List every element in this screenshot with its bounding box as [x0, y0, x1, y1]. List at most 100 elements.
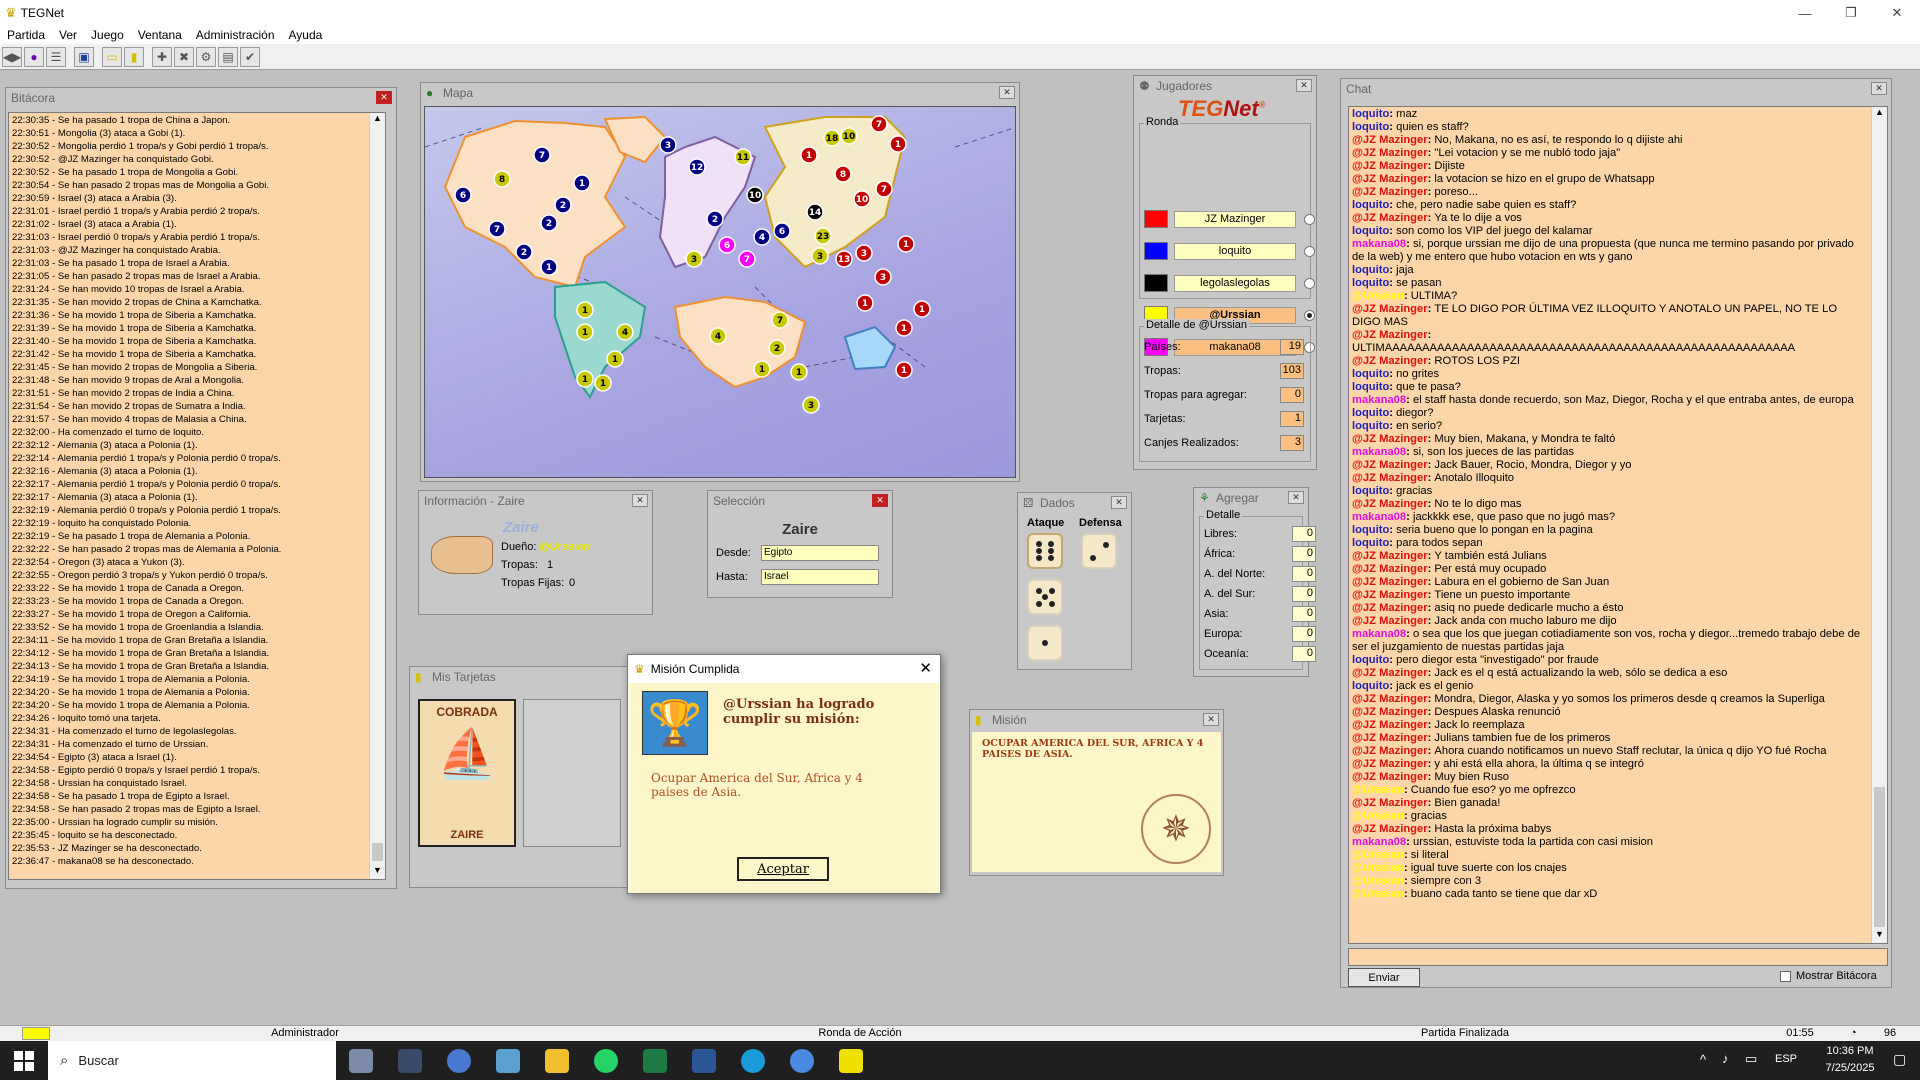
army-marker[interactable]: 13 — [835, 250, 853, 268]
army-marker[interactable]: 1 — [800, 146, 818, 164]
army-marker[interactable]: 7 — [488, 220, 506, 238]
army-marker[interactable]: 3 — [874, 268, 892, 286]
taskbar-time[interactable]: 10:36 PM — [1810, 1045, 1890, 1057]
end-turn-icon[interactable]: ✔ — [240, 46, 260, 67]
menu-ver[interactable]: Ver — [59, 28, 77, 42]
desde-field[interactable]: Egipto — [761, 545, 879, 561]
taskbar-search[interactable]: ⌕ Buscar — [48, 1041, 336, 1080]
scroll-thumb[interactable] — [372, 843, 383, 861]
army-marker[interactable]: 7 — [738, 250, 756, 268]
chat-close-button[interactable]: ✕ — [1871, 82, 1887, 95]
excel-app-icon[interactable] — [643, 1049, 667, 1073]
language-indicator[interactable]: ESP — [1775, 1053, 1797, 1065]
army-marker[interactable]: 2 — [554, 196, 572, 214]
army-marker[interactable]: 1 — [576, 370, 594, 388]
army-marker[interactable]: 3 — [811, 247, 829, 265]
scroll-thumb[interactable] — [1874, 787, 1885, 927]
army-marker[interactable]: 6 — [454, 186, 472, 204]
world-map[interactable]: 7 3 6 8 1 2 7 2 2 1 12 2 11 10 14 4 6 6 7 3 1 18 10 7 1 8 10 7 3 23 3 1… — [424, 106, 1016, 478]
army-marker[interactable]: 1 — [895, 319, 913, 337]
army-marker[interactable]: 7 — [875, 180, 893, 198]
army-marker[interactable]: 1 — [790, 363, 808, 381]
country-card[interactable]: COBRADA ⛵ ZAIRE — [418, 699, 516, 847]
minimize-button[interactable]: — — [1782, 0, 1828, 26]
mission-icon[interactable]: ▮ — [124, 46, 144, 67]
info-close-button[interactable]: ✕ — [632, 494, 648, 507]
player-turn-radio[interactable] — [1304, 277, 1315, 289]
close-button[interactable]: ✕ — [1874, 0, 1920, 26]
scroll-up-icon[interactable]: ▲ — [370, 113, 385, 127]
chat-scrollbar[interactable]: ▲ ▼ — [1871, 107, 1887, 943]
army-marker[interactable]: 7 — [533, 146, 551, 164]
taskbar-date[interactable]: 7/25/2025 — [1810, 1062, 1890, 1074]
jugadores-close-button[interactable]: ✕ — [1296, 79, 1312, 92]
menu-partida[interactable]: Partida — [7, 28, 45, 42]
player-row[interactable]: JZ Mazinger — [1144, 208, 1315, 230]
army-marker[interactable]: 1 — [856, 294, 874, 312]
menu-administracion[interactable]: Administración — [196, 28, 275, 42]
list-icon[interactable]: ☰ — [46, 46, 66, 67]
army-marker[interactable]: 11 — [734, 148, 752, 166]
army-marker[interactable]: 6 — [718, 236, 736, 254]
army-marker[interactable]: 10 — [840, 127, 858, 145]
notepad-app-icon[interactable] — [496, 1049, 520, 1073]
army-marker[interactable]: 8 — [834, 165, 852, 183]
army-marker[interactable]: 1 — [913, 300, 931, 318]
seleccion-close-button[interactable]: ✕ — [872, 494, 888, 507]
scroll-up-icon[interactable]: ▲ — [1872, 107, 1887, 121]
army-marker[interactable]: 1 — [606, 350, 624, 368]
tray-chevron-icon[interactable]: ^ — [1700, 1052, 1706, 1067]
add-icon[interactable]: ✚ — [152, 46, 172, 67]
globe-icon[interactable]: ● — [24, 46, 44, 67]
edge-app-icon[interactable] — [741, 1049, 765, 1073]
mision-close-button[interactable]: ✕ — [1203, 713, 1219, 726]
army-marker[interactable]: 8 — [493, 170, 511, 188]
tegnet-app-icon[interactable] — [839, 1049, 863, 1073]
checkbox-box[interactable] — [1780, 970, 1791, 982]
army-marker[interactable]: 10 — [853, 190, 871, 208]
whatsapp-app-icon[interactable] — [594, 1049, 618, 1073]
regroup-icon[interactable]: ⚙ — [196, 46, 216, 67]
calculator-app-icon[interactable] — [398, 1049, 422, 1073]
hasta-field[interactable]: Israel — [761, 569, 879, 585]
restore-button[interactable]: ❐ — [1828, 0, 1874, 26]
windows-start-icon[interactable] — [14, 1051, 34, 1071]
send-button[interactable]: Enviar — [1348, 968, 1420, 987]
card-icon[interactable]: ▭ — [102, 46, 122, 67]
army-marker[interactable]: 14 — [806, 203, 824, 221]
army-marker[interactable]: 2 — [768, 339, 786, 357]
scroll-down-icon[interactable]: ▼ — [1872, 929, 1887, 943]
menu-ayuda[interactable]: Ayuda — [289, 28, 323, 42]
army-marker[interactable]: 12 — [688, 158, 706, 176]
attack-icon[interactable]: ✖ — [174, 46, 194, 67]
army-marker[interactable]: 4 — [753, 228, 771, 246]
army-marker[interactable]: 4 — [709, 327, 727, 345]
army-marker[interactable]: 1 — [573, 174, 591, 192]
army-marker[interactable]: 3 — [685, 250, 703, 268]
army-marker[interactable]: 6 — [773, 222, 791, 240]
menu-ventana[interactable]: Ventana — [138, 28, 182, 42]
army-marker[interactable]: 7 — [771, 311, 789, 329]
army-marker[interactable]: 1 — [576, 323, 594, 341]
army-marker[interactable]: 1 — [594, 374, 612, 392]
player-row[interactable]: legolaslegolas — [1144, 272, 1315, 294]
volume-icon[interactable]: ♪ — [1722, 1051, 1729, 1066]
notification-icon[interactable]: ▢ — [1893, 1051, 1906, 1068]
army-marker[interactable]: 4 — [616, 323, 634, 341]
file-explorer-app-icon[interactable] — [545, 1049, 569, 1073]
army-marker[interactable]: 7 — [870, 115, 888, 133]
aceptar-button[interactable]: Aceptar — [737, 857, 829, 881]
army-marker[interactable]: 1 — [897, 235, 915, 253]
settings-app-icon[interactable] — [447, 1049, 471, 1073]
network-icon[interactable]: ▭ — [1745, 1051, 1757, 1067]
bitacora-scrollbar[interactable]: ▲ ▼ — [369, 113, 385, 879]
army-marker[interactable]: 1 — [540, 258, 558, 276]
player-turn-radio[interactable] — [1304, 245, 1315, 257]
player-turn-radio[interactable] — [1304, 309, 1315, 321]
player-turn-radio[interactable] — [1304, 213, 1315, 225]
army-marker[interactable]: 2 — [515, 243, 533, 261]
army-marker[interactable]: 3 — [802, 396, 820, 414]
cards-icon[interactable]: ▤ — [218, 46, 238, 67]
dados-close-button[interactable]: ✕ — [1111, 496, 1127, 509]
army-marker[interactable]: 3 — [855, 244, 873, 262]
